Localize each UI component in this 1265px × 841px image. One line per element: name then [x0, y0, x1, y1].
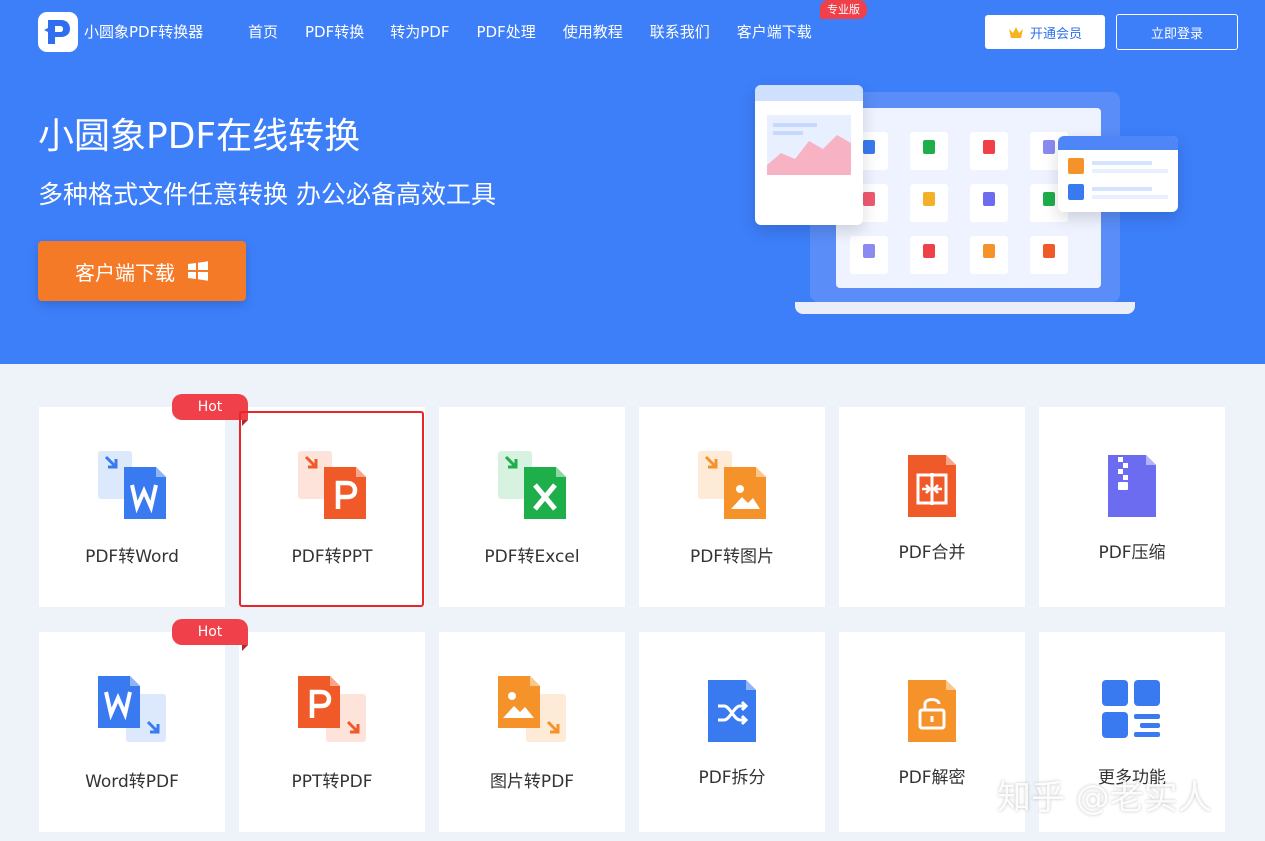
tool-label: PDF拆分 [698, 768, 766, 788]
elephant-logo-icon [44, 20, 70, 44]
login-button[interactable]: 立即登录 [1116, 14, 1238, 50]
chart-icon [767, 123, 851, 175]
tool-card-pdf-decrypt[interactable]: PDF解密 [839, 632, 1025, 832]
main-nav: 首页 PDF转换 转为PDF PDF处理 使用教程 联系我们 客户端下载 [248, 21, 812, 42]
nav-pdf-convert[interactable]: PDF转换 [305, 21, 364, 42]
hero-title: 小圆象PDF在线转换 [38, 116, 361, 157]
image-to-pdf-icon [498, 676, 566, 742]
tool-card-pdf-to-word[interactable]: PDF转Word [39, 407, 225, 607]
pdf-compress-icon [1108, 455, 1156, 517]
nav-tutorial[interactable]: 使用教程 [563, 21, 623, 42]
laptop-cell [970, 236, 1008, 274]
laptop-cell [1030, 236, 1068, 274]
pdf-to-word-icon [98, 451, 166, 519]
laptop-cell [850, 236, 888, 274]
crown-icon [1008, 26, 1023, 38]
tool-label: 更多功能 [1098, 768, 1166, 788]
tool-card-image-to-pdf[interactable]: 图片转PDF [439, 632, 625, 832]
pro-badge: 专业版 [820, 0, 867, 19]
logo[interactable] [38, 12, 78, 52]
tool-label: Word转PDF [85, 772, 179, 792]
floating-chart-card [755, 85, 863, 225]
word-to-pdf-icon [98, 676, 166, 742]
tool-card-ppt-to-pdf[interactable]: PPT转PDF [239, 632, 425, 832]
brand-name[interactable]: 小圆象PDF转换器 [84, 21, 203, 42]
laptop-base [795, 302, 1135, 314]
tool-label: PDF合并 [898, 543, 966, 563]
tool-label: PDF转Word [85, 547, 179, 567]
client-download-button[interactable]: 客户端下载 [38, 241, 246, 301]
tool-card-pdf-to-image[interactable]: PDF转图片 [639, 407, 825, 607]
pdf-decrypt-icon [908, 680, 956, 742]
tool-card-more-features[interactable]: 更多功能 [1039, 632, 1225, 832]
ppt-to-pdf-icon [298, 676, 366, 742]
download-label: 客户端下载 [75, 260, 175, 285]
nav-contact[interactable]: 联系我们 [650, 21, 710, 42]
nav-home[interactable]: 首页 [248, 21, 278, 42]
tool-card-pdf-split[interactable]: PDF拆分 [639, 632, 825, 832]
nav-client-download[interactable]: 客户端下载 [737, 21, 812, 42]
more-features-icon [1102, 680, 1160, 738]
hot-badge: Hot [172, 394, 248, 426]
nav-to-pdf[interactable]: 转为PDF [390, 21, 449, 42]
tool-label: 图片转PDF [489, 772, 575, 792]
tool-label: PDF压缩 [1098, 543, 1166, 563]
pdf-split-icon [708, 680, 756, 742]
pdf-to-image-icon [698, 451, 766, 519]
windows-icon [188, 261, 208, 281]
tool-card-pdf-to-excel[interactable]: PDF转Excel [439, 407, 625, 607]
laptop-cell [910, 236, 948, 274]
vip-label: 开通会员 [1029, 26, 1082, 42]
hot-badge: Hot [172, 619, 248, 651]
floating-image-card [1058, 136, 1178, 212]
tool-label: PPT转PDF [291, 772, 373, 792]
hero-banner: 小圆象PDF转换器 首页 PDF转换 转为PDF PDF处理 使用教程 联系我们… [0, 0, 1265, 364]
tool-card-pdf-compress[interactable]: PDF压缩 [1039, 407, 1225, 607]
tool-label: PDF转Excel [484, 547, 580, 567]
tool-label: PDF解密 [898, 768, 966, 788]
hero-subtitle: 多种格式文件任意转换 办公必备高效工具 [38, 180, 496, 209]
pdf-merge-icon [908, 455, 956, 517]
tool-card-pdf-merge[interactable]: PDF合并 [839, 407, 1025, 607]
tool-label: PDF转图片 [689, 547, 775, 567]
pdf-to-excel-icon [498, 451, 566, 519]
nav-pdf-process[interactable]: PDF处理 [476, 21, 535, 42]
laptop-cell [970, 184, 1008, 222]
tool-card-pdf-to-ppt[interactable]: PDF转PPT [239, 407, 425, 607]
pdf-to-ppt-icon [298, 451, 366, 519]
tool-label: PDF转PPT [291, 547, 373, 567]
tool-card-word-to-pdf[interactable]: Word转PDF [39, 632, 225, 832]
hero-illustration [750, 80, 1210, 340]
laptop-cell [970, 132, 1008, 170]
laptop-cell [910, 184, 948, 222]
vip-button[interactable]: 开通会员 [985, 15, 1105, 49]
image-list-icon [1068, 158, 1168, 200]
laptop-cell [910, 132, 948, 170]
